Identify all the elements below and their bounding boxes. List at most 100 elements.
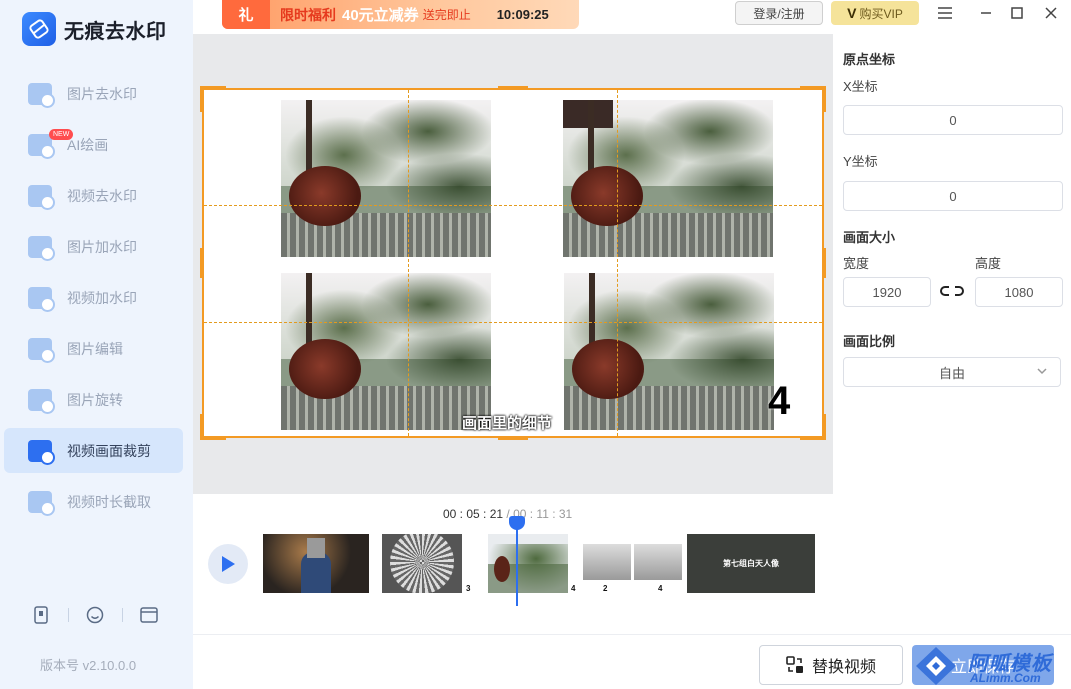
playhead-handle[interactable] xyxy=(508,516,525,530)
sidebar-item-label: 图片去水印 xyxy=(67,85,137,102)
site-watermark: 阿呱模板 ALimm.Com xyxy=(910,643,1070,689)
sidebar-item-label: 图片编辑 xyxy=(67,340,123,357)
promo-offer: 40元立减券 xyxy=(342,7,419,24)
image-rotate-icon xyxy=(28,388,55,414)
clip-number: 4 xyxy=(658,584,663,593)
watermark-subtext: ALimm.Com xyxy=(970,671,1041,685)
crop-handle-bottom-left[interactable] xyxy=(200,414,226,440)
crop-handle-left[interactable] xyxy=(200,248,204,278)
login-register-button[interactable]: 登录/注册 xyxy=(735,1,823,25)
divider xyxy=(121,608,123,622)
link-ratio-icon[interactable] xyxy=(940,284,964,301)
crop-guide-line xyxy=(204,205,822,206)
replace-video-button[interactable]: 替换视频 xyxy=(759,645,903,685)
swap-icon xyxy=(786,656,803,673)
video-stamp-icon xyxy=(28,286,55,312)
version-text: 版本号 v2.10.0.0 xyxy=(40,658,137,673)
feedback-smile-icon[interactable] xyxy=(84,604,106,626)
sidebar-item-label: 视频画面裁剪 xyxy=(67,442,151,459)
sidebar-item-image-remove-watermark[interactable]: 图片去水印 xyxy=(4,71,183,116)
aspect-ratio-select[interactable]: 自由 xyxy=(843,357,1061,387)
image-stamp-icon xyxy=(28,235,55,261)
sidebar-item-label: AI绘画 xyxy=(67,136,109,153)
clip-number: 3 xyxy=(466,584,471,593)
sidebar-item-video-remove-watermark[interactable]: 视频去水印 xyxy=(4,173,183,218)
replace-video-label: 替换视频 xyxy=(811,659,876,676)
promo-banner[interactable]: 礼 限时福利 40元立减券 送完即止 10:09:25 xyxy=(222,0,579,29)
timeline-clip[interactable]: 第七组白天人像 xyxy=(687,534,815,593)
sidebar-item-image-add-watermark[interactable]: 图片加水印 xyxy=(4,224,183,269)
crop-guide-line xyxy=(617,90,618,436)
width-label: 宽度 xyxy=(843,256,870,271)
video-crop-icon xyxy=(28,439,55,465)
sidebar-item-label: 视频时长截取 xyxy=(67,493,151,510)
video-frame: 画面里的细节 4 xyxy=(204,90,822,436)
x-coordinate-input[interactable] xyxy=(843,105,1063,135)
x-label: X坐标 xyxy=(843,79,878,94)
video-trim-icon xyxy=(28,490,55,516)
sidebar-item-ai-painting[interactable]: NEW AI绘画 xyxy=(4,122,183,167)
sidebar-item-label: 图片旋转 xyxy=(67,391,123,408)
divider xyxy=(67,608,69,622)
crop-handle-right[interactable] xyxy=(822,248,826,278)
preview-area: 画面里的细节 4 xyxy=(193,34,833,494)
brand: 无痕去水印 xyxy=(22,12,167,46)
sidebar: 无痕去水印 图片去水印 NEW AI绘画 视频去水印 图片加水印 视频加水印 图… xyxy=(0,0,193,689)
sidebar-nav: 图片去水印 NEW AI绘画 视频去水印 图片加水印 视频加水印 图片编辑 图片… xyxy=(0,71,193,530)
video-icon xyxy=(28,184,55,210)
sidebar-item-image-edit[interactable]: 图片编辑 xyxy=(4,326,183,371)
gift-icon: 礼 xyxy=(222,0,270,29)
width-input[interactable] xyxy=(843,277,931,307)
play-button[interactable] xyxy=(208,544,248,584)
clip-title-card: 第七组白天人像 xyxy=(723,559,779,568)
vip-label: 购买VIP xyxy=(859,6,903,21)
height-input[interactable] xyxy=(975,277,1063,307)
frame-number: 4 xyxy=(768,379,791,423)
frame-photo xyxy=(281,100,491,257)
sidebar-item-video-add-watermark[interactable]: 视频加水印 xyxy=(4,275,183,320)
timeline-clip[interactable] xyxy=(488,534,568,593)
aspect-ratio-value: 自由 xyxy=(938,365,965,381)
size-title: 画面大小 xyxy=(843,230,896,245)
frame-photo xyxy=(564,273,774,430)
maximize-icon[interactable] xyxy=(1005,2,1029,24)
close-icon[interactable] xyxy=(1039,2,1063,24)
sidebar-item-video-crop[interactable]: 视频画面裁剪 xyxy=(4,428,183,473)
crop-guide-line xyxy=(408,90,409,436)
clip-number: 4 xyxy=(571,584,576,593)
current-time: 00 : 05 : 21 xyxy=(443,507,504,521)
crop-handle-top-left[interactable] xyxy=(200,86,226,112)
phone-icon[interactable] xyxy=(30,604,52,626)
timeline-clip[interactable] xyxy=(581,542,685,592)
ai-paint-icon xyxy=(28,133,55,159)
vip-icon: V xyxy=(847,5,857,21)
image-icon xyxy=(28,82,55,108)
sidebar-item-label: 图片加水印 xyxy=(67,238,137,255)
app-logo-icon xyxy=(22,12,56,46)
crop-handle-top[interactable] xyxy=(498,86,528,90)
sidebar-item-label: 视频加水印 xyxy=(67,289,137,306)
sidebar-item-image-rotate[interactable]: 图片旋转 xyxy=(4,377,183,422)
new-badge: NEW xyxy=(49,129,74,140)
watermark-logo-icon xyxy=(916,647,956,685)
menu-icon[interactable] xyxy=(933,2,957,24)
minimize-icon[interactable] xyxy=(974,2,998,24)
sidebar-item-label: 视频去水印 xyxy=(67,187,137,204)
sidebar-item-video-trim[interactable]: 视频时长截取 xyxy=(4,479,183,524)
video-subtitle: 画面里的细节 xyxy=(462,415,553,432)
crop-handle-bottom-right[interactable] xyxy=(800,414,826,440)
window-icon[interactable] xyxy=(138,604,160,626)
y-label: Y坐标 xyxy=(843,154,878,169)
promo-note: 送完即止 xyxy=(422,8,471,22)
y-coordinate-input[interactable] xyxy=(843,181,1063,211)
timeline-clip[interactable] xyxy=(382,534,462,593)
timecode: 00 : 05 : 21 / 00 : 11 : 31 xyxy=(443,507,572,521)
height-label: 高度 xyxy=(975,256,1002,271)
crop-handle-bottom[interactable] xyxy=(498,436,528,440)
promo-label: 限时福利 xyxy=(280,6,336,23)
crop-handle-top-right[interactable] xyxy=(800,86,826,112)
timeline: 00 : 05 : 21 / 00 : 11 : 31 3 4 2 4 第七组白… xyxy=(193,494,833,634)
image-edit-icon xyxy=(28,337,55,363)
buy-vip-button[interactable]: V 购买VIP xyxy=(831,1,919,25)
timeline-clip[interactable] xyxy=(263,534,369,593)
